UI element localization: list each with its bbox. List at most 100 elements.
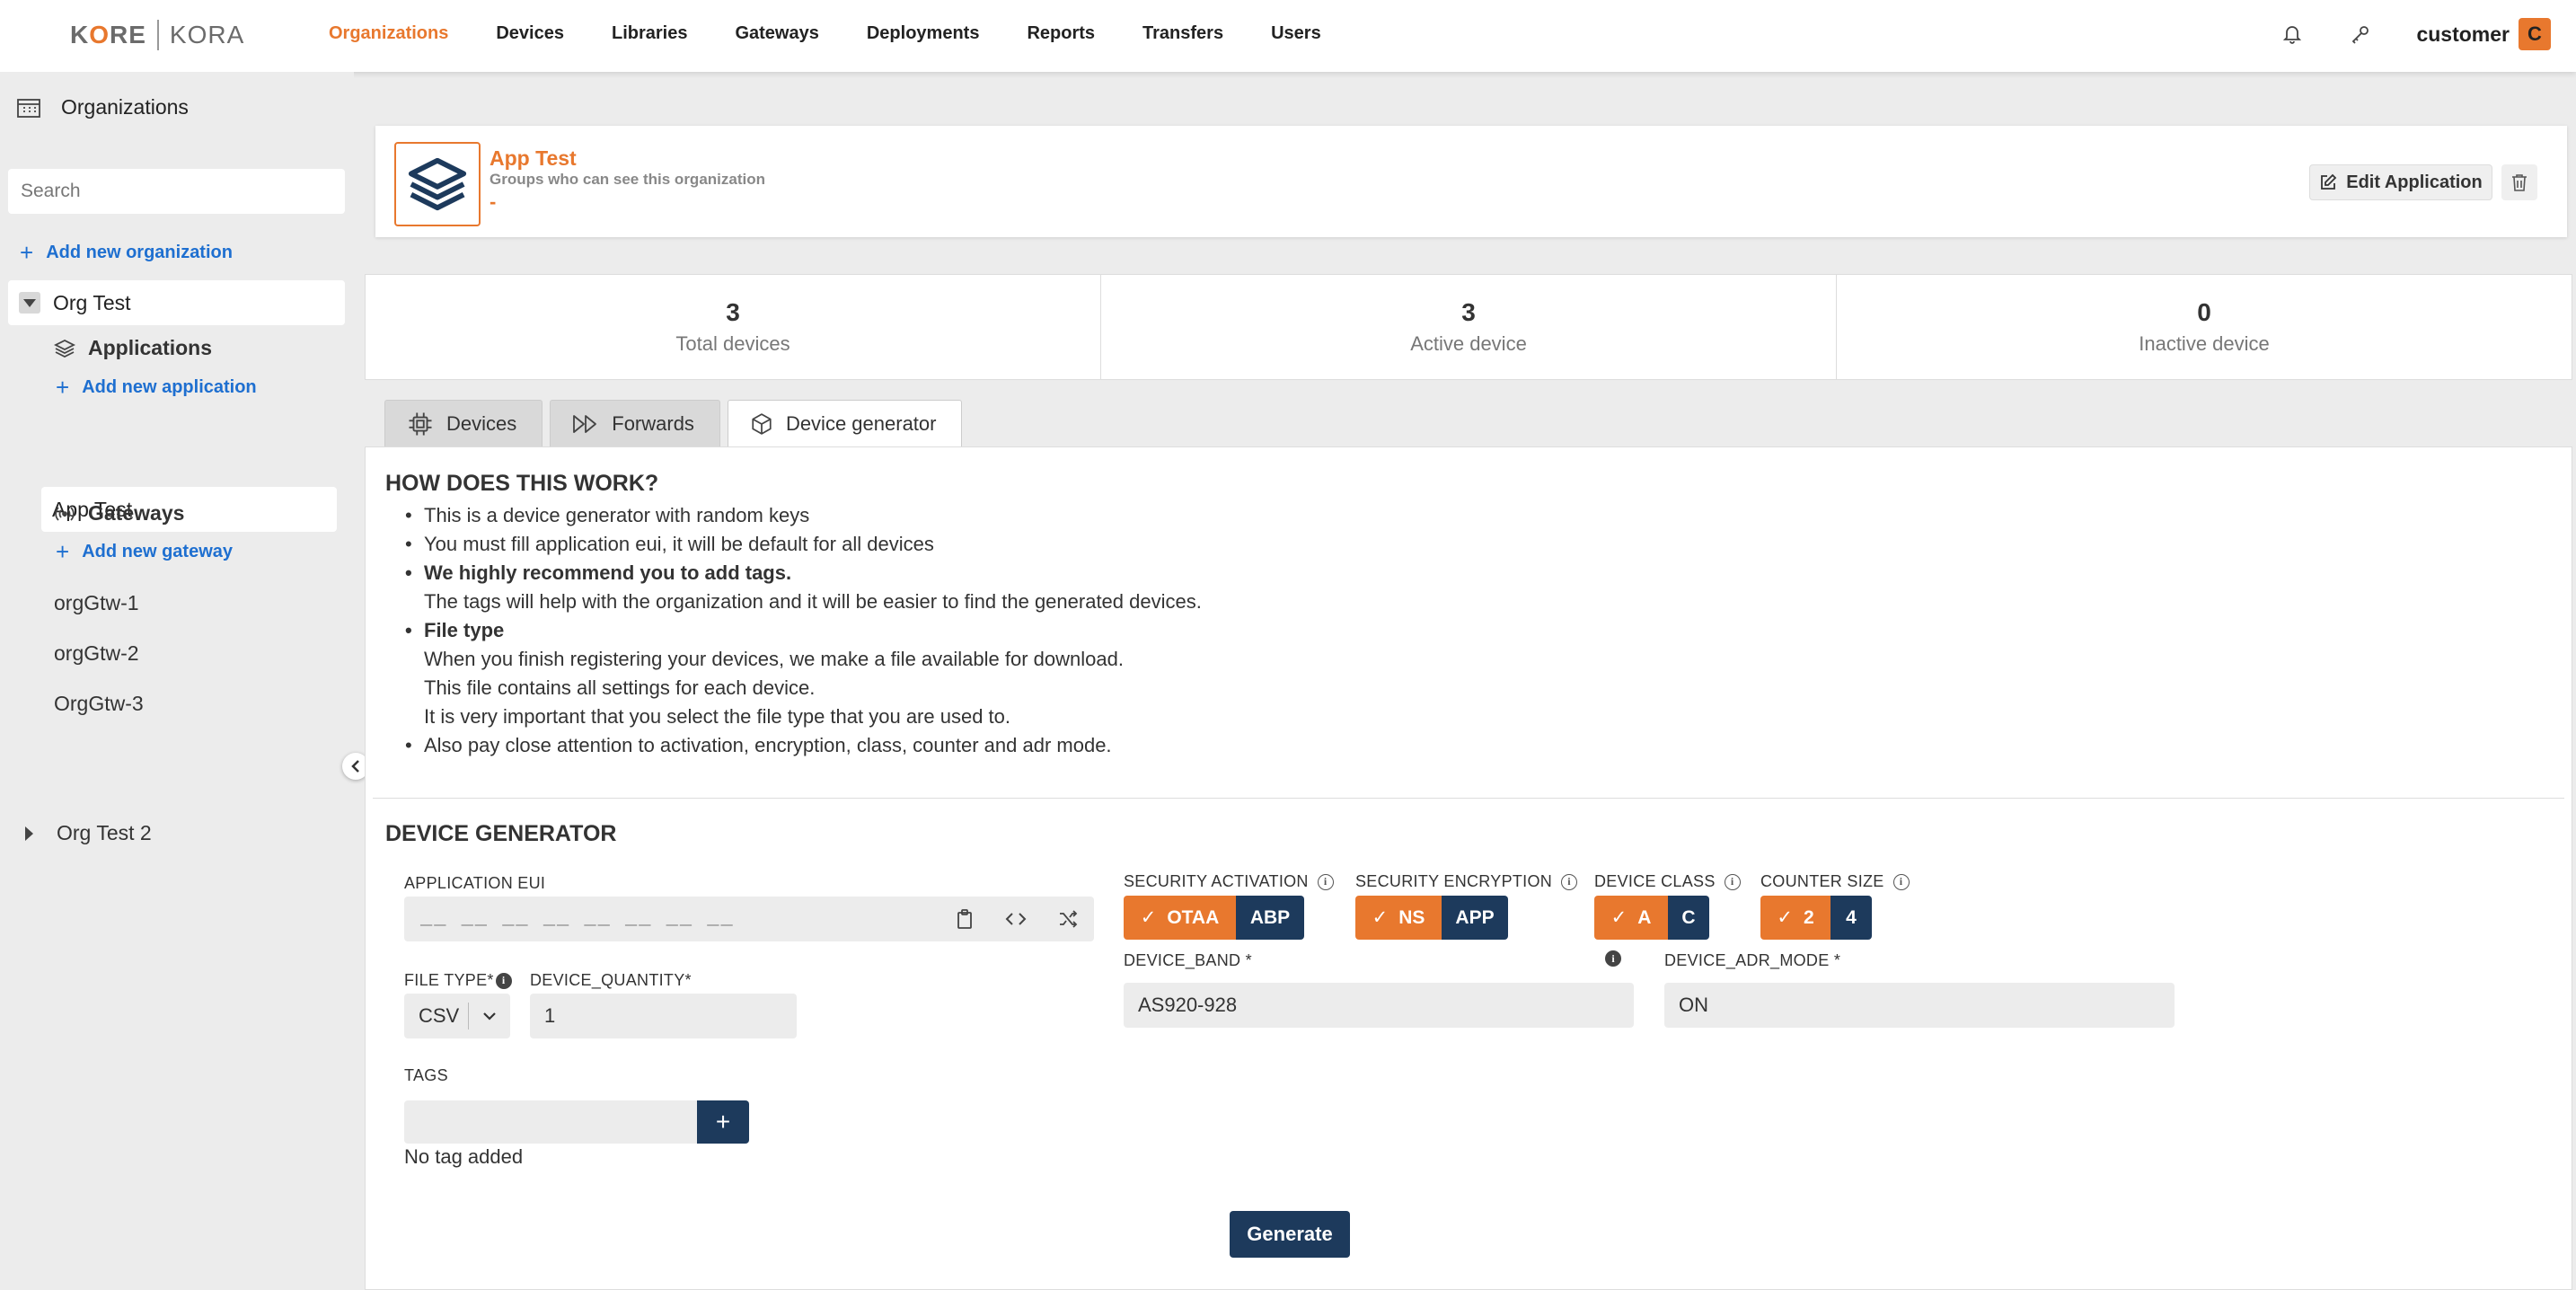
security-activation-label: SECURITY ACTIVATION i — [1124, 872, 1334, 891]
file-type-select[interactable]: CSV — [404, 994, 510, 1038]
counter-size-toggle: ✓ 2 4 — [1760, 896, 1872, 940]
check-icon: ✓ — [1777, 907, 1793, 928]
add-application-label: Add new application — [82, 376, 257, 397]
list-item: This is a device generator with random k… — [385, 501, 1202, 530]
list-item: Also pay close attention to activation, … — [385, 731, 1202, 760]
sidebar-title: Organizations — [61, 95, 189, 119]
shuffle-icon[interactable] — [1055, 906, 1081, 932]
security-encryption-toggle: ✓ NS APP — [1355, 896, 1508, 940]
list-item-detail: This file contains all settings for each… — [424, 676, 816, 699]
info-icon[interactable]: i — [495, 972, 512, 989]
stat-label: Total devices — [675, 332, 790, 355]
file-type-label: FILE TYPE* i — [404, 971, 512, 990]
org-item-org-test-2[interactable]: Org Test 2 — [25, 821, 152, 845]
layers-icon — [408, 157, 467, 211]
tab-label: Forwards — [612, 411, 694, 435]
edit-application-label: Edit Application — [2346, 172, 2483, 192]
top-navbar: KORE KORA Organizations Devices Librarie… — [0, 0, 2576, 72]
nav-reports[interactable]: Reports — [1027, 23, 1095, 44]
toggle-ns[interactable]: ✓ NS — [1355, 896, 1442, 940]
gateways-section: Gateways — [54, 501, 184, 526]
chevron-down-icon — [469, 1012, 510, 1021]
logo-kora: KORA — [169, 21, 245, 49]
kore-kora-logo[interactable]: KORE KORA — [70, 20, 244, 50]
clipboard-icon[interactable] — [952, 906, 977, 932]
tag-input[interactable] — [404, 1100, 697, 1144]
stat-value: 0 — [2197, 298, 2211, 326]
search-input[interactable] — [8, 169, 345, 214]
main-nav: Organizations Devices Libraries Gateways… — [329, 23, 1369, 44]
info-icon[interactable]: i — [1892, 873, 1910, 890]
info-icon[interactable]: i — [1561, 873, 1578, 890]
application-groups: - — [490, 190, 497, 213]
toggle-counter-2[interactable]: ✓ 2 — [1760, 896, 1831, 940]
user-name[interactable]: customer — [2416, 22, 2510, 47]
stat-inactive-devices: 0 Inactive device — [1837, 275, 2572, 379]
nav-devices[interactable]: Devices — [496, 23, 564, 44]
toggle-class-c[interactable]: C — [1668, 896, 1709, 940]
toggle-counter-4[interactable]: 4 — [1831, 896, 1872, 940]
device-quantity-input[interactable]: 1 — [530, 994, 797, 1038]
nav-organizations[interactable]: Organizations — [329, 23, 448, 44]
application-eui-field[interactable]: __ __ __ __ __ __ __ __ — [404, 897, 1094, 941]
sidebar-header: Organizations — [16, 95, 189, 119]
device-class-toggle: ✓ A C — [1594, 896, 1709, 940]
tab-devices[interactable]: Devices — [384, 400, 543, 446]
nav-libraries[interactable]: Libraries — [612, 23, 687, 44]
key-icon[interactable] — [2348, 22, 2373, 47]
add-tag-button[interactable]: + — [697, 1100, 749, 1144]
nav-deployments[interactable]: Deployments — [867, 23, 980, 44]
nav-transfers[interactable]: Transfers — [1142, 23, 1223, 44]
edit-application-button[interactable]: Edit Application — [2309, 164, 2492, 200]
application-eui-label: APPLICATION EUI — [404, 874, 546, 892]
list-item-detail: It is very important that you select the… — [424, 705, 1011, 728]
device-band-select[interactable]: AS920-928 — [1124, 983, 1634, 1028]
generate-button[interactable]: Generate — [1230, 1211, 1350, 1258]
tab-forwards[interactable]: Forwards — [550, 400, 720, 446]
device-generator-panel: HOW DOES THIS WORK? This is a device gen… — [365, 446, 2572, 1290]
delete-application-button[interactable] — [2501, 164, 2537, 200]
add-application-link[interactable]: + Add new application — [56, 376, 257, 399]
caret-right-icon[interactable] — [25, 826, 33, 841]
box-icon — [752, 412, 772, 435]
nav-users[interactable]: Users — [1271, 23, 1321, 44]
info-icon[interactable]: i — [1724, 873, 1741, 890]
tab-bar: Devices Forwards Device generator — [384, 400, 969, 446]
avatar[interactable]: C — [2519, 18, 2551, 50]
file-type-value: CSV — [404, 1003, 469, 1029]
sidebar: Organizations + Add new organization Org… — [0, 72, 354, 1290]
check-icon: ✓ — [1140, 907, 1157, 928]
how-it-works-list: This is a device generator with random k… — [385, 501, 1202, 760]
device-adr-mode-select[interactable]: ON — [1664, 983, 2175, 1028]
check-icon: ✓ — [1372, 907, 1389, 928]
add-gateway-label: Add new gateway — [82, 541, 233, 561]
toggle-app[interactable]: APP — [1442, 896, 1508, 940]
bell-icon[interactable] — [2280, 22, 2305, 47]
list-item-detail: When you finish registering your devices… — [424, 648, 1124, 670]
application-eui-mask: __ __ __ __ __ __ __ __ — [420, 907, 735, 930]
toggle-class-a[interactable]: ✓ A — [1594, 896, 1668, 940]
security-activation-toggle: ✓ OTAA ABP — [1124, 896, 1304, 940]
add-organization-link[interactable]: + Add new organization — [20, 241, 233, 264]
toggle-otaa[interactable]: ✓ OTAA — [1124, 896, 1236, 940]
gateway-item[interactable]: OrgGtw-3 — [54, 692, 144, 716]
org-item-org-test[interactable]: Org Test — [8, 280, 345, 325]
gateway-item[interactable]: orgGtw-2 — [54, 641, 139, 666]
gateways-label: Gateways — [88, 501, 185, 525]
code-icon[interactable] — [1003, 906, 1028, 932]
tab-device-generator[interactable]: Device generator — [727, 400, 963, 446]
nav-gateways[interactable]: Gateways — [735, 23, 818, 44]
caret-down-icon[interactable] — [19, 292, 40, 314]
gateway-item[interactable]: orgGtw-1 — [54, 591, 139, 615]
applications-section: Applications — [54, 336, 212, 360]
plus-icon: + — [56, 374, 70, 401]
plus-icon: + — [20, 239, 34, 266]
counter-size-label: COUNTER SIZE i — [1760, 872, 1910, 891]
add-gateway-link[interactable]: + Add new gateway — [56, 540, 233, 563]
list-item-detail: The tags will help with the organization… — [424, 590, 1202, 613]
applications-label: Applications — [88, 336, 213, 359]
chevron-left-icon — [351, 760, 359, 773]
info-icon[interactable]: i — [1317, 873, 1334, 890]
toggle-abp[interactable]: ABP — [1236, 896, 1304, 940]
info-icon[interactable]: i — [1605, 950, 1621, 967]
